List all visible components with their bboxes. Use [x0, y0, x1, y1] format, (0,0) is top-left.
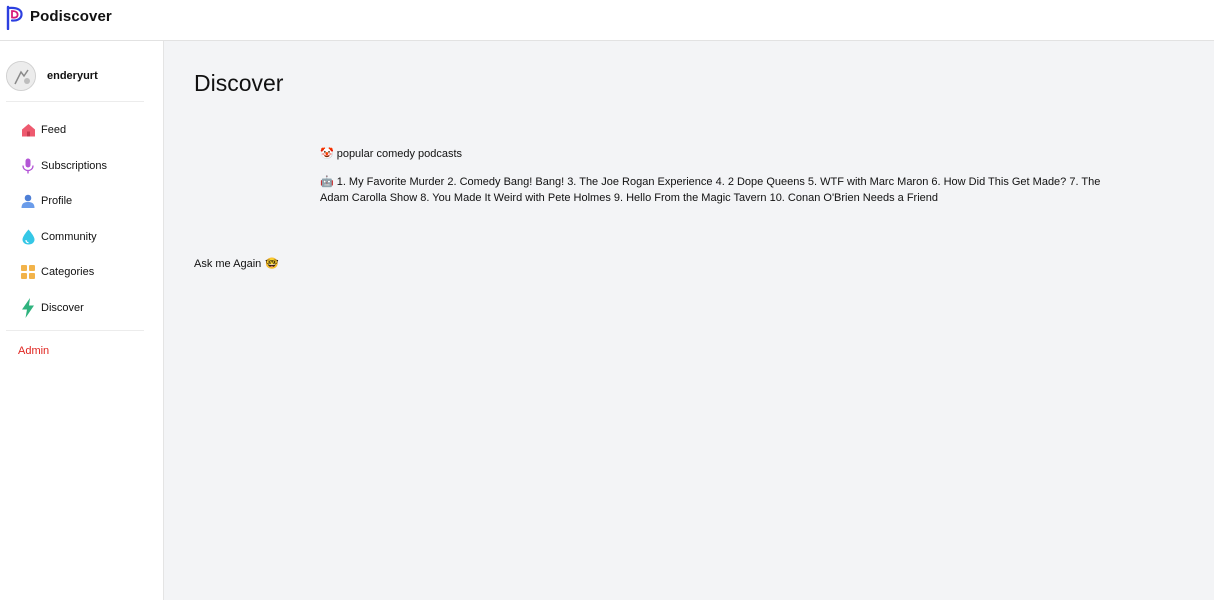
user-prompt: 🤡 popular comedy podcasts: [320, 147, 463, 161]
sidebar-divider: [6, 330, 144, 331]
top-bar: Podiscover: [0, 0, 1214, 41]
sidebar-item-label: Subscriptions: [41, 159, 108, 172]
sidebar-item-discover[interactable]: Discover: [20, 296, 107, 320]
admin-link[interactable]: Admin: [18, 345, 49, 357]
prompt-text: popular comedy podcasts: [336, 147, 463, 160]
sidebar-item-categories[interactable]: Categories: [20, 260, 107, 284]
ask-again-label: Ask me Again: [194, 257, 262, 270]
main-content: Discover 🤡 popular comedy podcasts 🤖 1. M…: [164, 41, 1214, 600]
sidebar-item-subscriptions[interactable]: Subscriptions: [20, 154, 107, 178]
user-avatar-icon: [7, 62, 35, 90]
sidebar-item-profile[interactable]: Profile: [20, 189, 107, 213]
sidebar: enderyurt Feed Subscriptions Profile Com…: [0, 41, 164, 600]
robot-emoji-icon: 🤖: [320, 176, 334, 188]
ask-again-button[interactable]: Ask me Again 🤓: [194, 257, 279, 271]
sidebar-item-label: Community: [41, 230, 97, 243]
sidebar-item-community[interactable]: Community: [20, 225, 107, 249]
sidebar-item-label: Discover: [41, 301, 84, 314]
avatar[interactable]: [6, 61, 36, 91]
sidebar-item-feed[interactable]: Feed: [20, 118, 107, 142]
sidebar-item-label: Feed: [41, 124, 67, 136]
sidebar-nav: Feed Subscriptions Profile Community Cat…: [20, 118, 107, 331]
clown-emoji-icon: 🤡: [320, 148, 334, 160]
droplet-icon: [20, 229, 36, 245]
username: enderyurt: [47, 70, 98, 82]
answer-text: 1. My Favorite Murder 2. Comedy Bang! Ba…: [320, 176, 1101, 204]
user-profile-row[interactable]: enderyurt: [6, 61, 98, 91]
podiscover-logo-icon[interactable]: [5, 5, 24, 30]
person-icon: [20, 193, 36, 209]
sidebar-item-label: Categories: [41, 266, 95, 278]
lightning-icon: [20, 297, 36, 318]
grid-icon: [20, 264, 36, 280]
sidebar-divider: [6, 101, 144, 102]
home-icon: [20, 122, 36, 138]
microphone-icon: [20, 158, 36, 174]
brand-name[interactable]: Podiscover: [30, 8, 112, 25]
ai-answer: 🤖 1. My Favorite Murder 2. Comedy Bang! B…: [320, 175, 1110, 206]
nerd-emoji-icon: 🤓: [265, 258, 279, 270]
sidebar-item-label: Profile: [41, 195, 73, 207]
page-title: Discover: [194, 70, 284, 96]
